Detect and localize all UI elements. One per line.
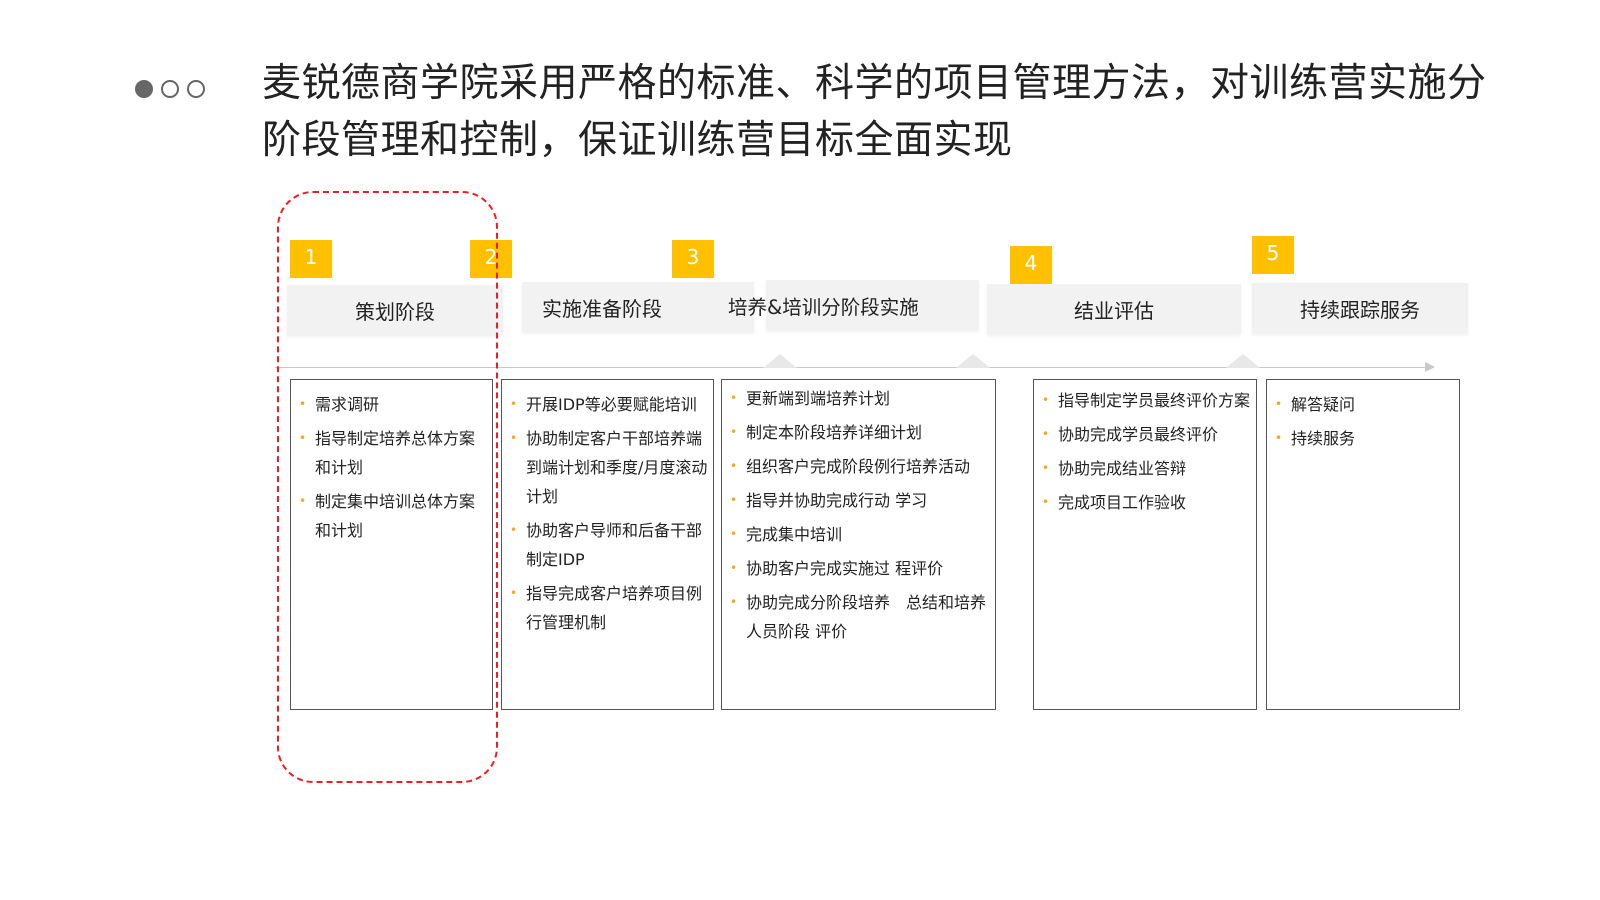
stage-1-highlight: [277, 191, 498, 783]
list-item: 协助完成分阶段培养 总结和培养人员阶段 评价: [730, 588, 991, 646]
stage-number-4: 4: [1010, 246, 1052, 284]
list-item: 指导制定学员最终评价方案: [1042, 386, 1252, 415]
timeline-marker-icon: [763, 354, 797, 368]
stage-number-5: 5: [1252, 236, 1294, 274]
list-item: 开展IDP等必要赋能培训: [510, 390, 709, 419]
list-item: 指导并协助完成行动 学习: [730, 486, 991, 515]
stage-label-3: 培养&培训分阶段实施: [728, 280, 979, 330]
list-item: 协助完成学员最终评价: [1042, 420, 1252, 449]
list-item: 解答疑问: [1275, 390, 1455, 419]
nav-dot[interactable]: [187, 80, 205, 98]
stage-label-5: 持续跟踪服务: [1252, 283, 1468, 333]
list-item: 组织客户完成阶段例行培养活动: [730, 452, 991, 481]
list-item: 协助客户完成实施过 程评价: [730, 554, 991, 583]
stage-detail-box-2: 开展IDP等必要赋能培训 协助制定客户干部培养端到端计划和季度/月度滚动计划 协…: [501, 379, 714, 710]
list-item: 制定本阶段培养详细计划: [730, 418, 991, 447]
nav-dot[interactable]: [161, 80, 179, 98]
list-item: 完成项目工作验收: [1042, 488, 1252, 517]
list-item: 更新端到端培养计划: [730, 384, 991, 413]
nav-dot-active[interactable]: [135, 80, 153, 98]
stage-detail-box-4: 指导制定学员最终评价方案 协助完成学员最终评价 协助完成结业答辩 完成项目工作验…: [1033, 379, 1257, 710]
stage-detail-box-3: 更新端到端培养计划 制定本阶段培养详细计划 组织客户完成阶段例行培养活动 指导并…: [721, 379, 996, 710]
timeline-arrow-icon: [1425, 362, 1435, 372]
slide-nav-dots: [135, 80, 205, 98]
page-title: 麦锐德商学院采用严格的标准、科学的项目管理方法，对训练营实施分阶段管理和控制，保…: [262, 61, 1487, 163]
list-item: 协助制定客户干部培养端到端计划和季度/月度滚动计划: [510, 424, 709, 511]
stage-label-4: 结业评估: [987, 284, 1241, 334]
list-item: 协助客户导师和后备干部制定IDP: [510, 516, 709, 574]
list-item: 指导完成客户培养项目例行管理机制: [510, 579, 709, 637]
list-item: 持续服务: [1275, 424, 1455, 453]
list-item: 完成集中培训: [730, 520, 991, 549]
list-item: 协助完成结业答辩: [1042, 454, 1252, 483]
timeline-marker-icon: [1226, 354, 1260, 368]
stage-detail-box-5: 解答疑问 持续服务: [1266, 379, 1460, 710]
stage-number-3: 3: [672, 240, 714, 278]
timeline-marker-icon: [956, 354, 990, 368]
stage-label-2: 实施准备阶段: [522, 282, 754, 332]
